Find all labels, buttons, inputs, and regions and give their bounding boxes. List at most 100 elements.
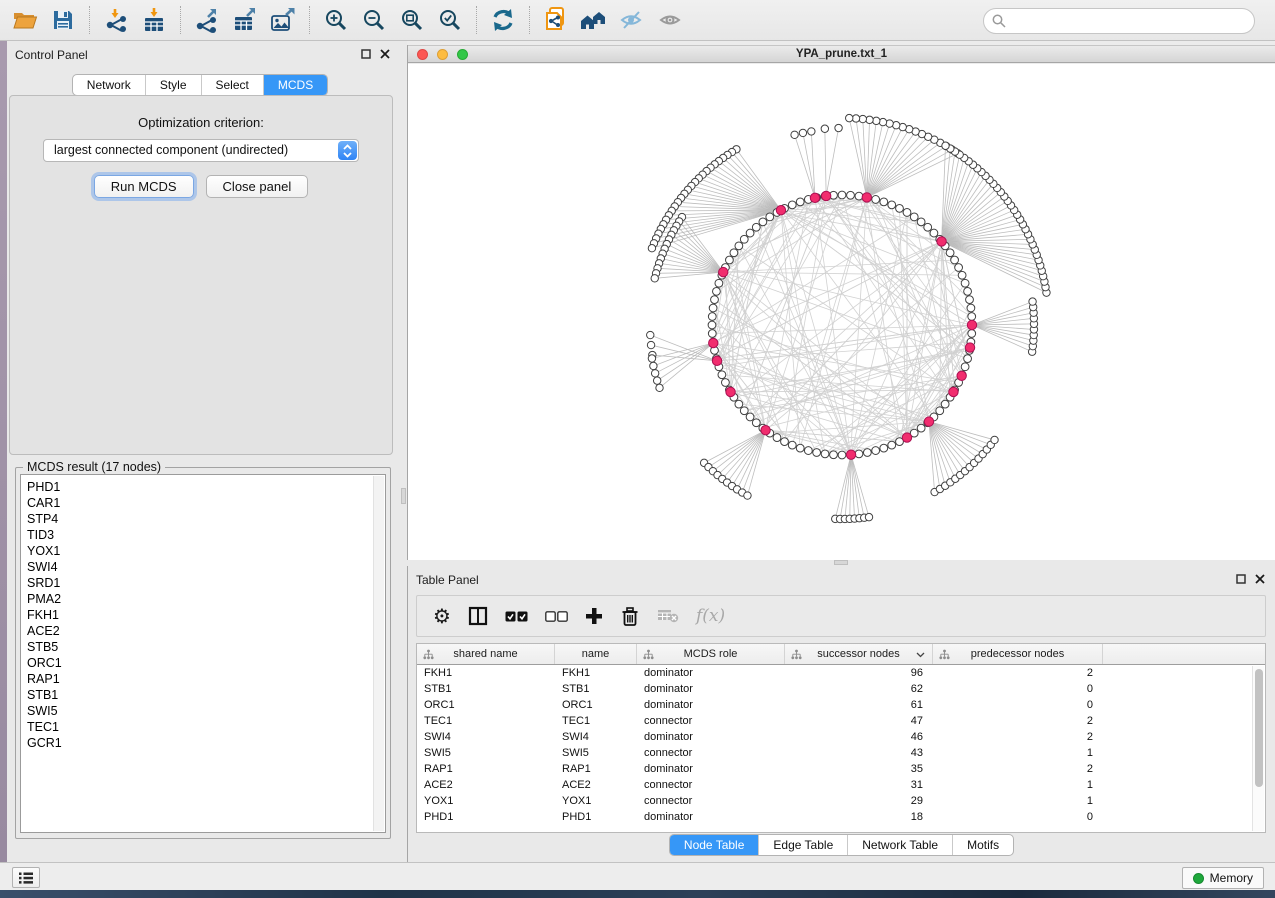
table-cell[interactable]: 0 [933,697,1103,713]
window-minimize-button[interactable] [437,49,448,60]
show-all-button[interactable] [651,4,689,36]
table-cell[interactable]: dominator [637,809,785,825]
table-cell[interactable]: 47 [785,713,933,729]
zoom-out-button[interactable] [355,4,393,36]
float-window-icon[interactable] [1236,574,1246,584]
window-zoom-button[interactable] [457,49,468,60]
close-panel-icon[interactable] [380,49,390,59]
table-cell[interactable]: dominator [637,729,785,745]
table-cell[interactable]: dominator [637,681,785,697]
mcds-result-item[interactable]: SWI5 [27,703,385,719]
table-cell[interactable]: ACE2 [417,777,555,793]
refresh-button[interactable] [484,4,522,36]
table-cell[interactable]: 0 [933,809,1103,825]
table-cell[interactable]: FKH1 [555,665,637,681]
table-cell[interactable]: 62 [785,681,933,697]
run-mcds-button[interactable]: Run MCDS [94,175,194,198]
show-panels-button[interactable] [12,867,40,888]
float-window-icon[interactable] [361,49,371,59]
table-row[interactable]: TEC1TEC1connector472 [417,713,1265,729]
network-canvas[interactable] [408,64,1275,560]
table-cell[interactable]: 46 [785,729,933,745]
table-scrollbar-thumb[interactable] [1255,669,1263,787]
table-row[interactable]: ORC1ORC1dominator610 [417,697,1265,713]
table-row[interactable]: PHD1PHD1dominator180 [417,809,1265,825]
import-table-button[interactable] [135,4,173,36]
tab-network-table[interactable]: Network Table [847,835,952,855]
tab-select[interactable]: Select [201,75,263,95]
network-graph[interactable] [408,64,1275,560]
mcds-result-item[interactable]: RAP1 [27,671,385,687]
deselect-all-button unchecked-boxes-icon[interactable] [545,611,568,622]
table-cell[interactable]: ORC1 [417,697,555,713]
mcds-result-item[interactable]: STB5 [27,639,385,655]
table-cell[interactable]: ACE2 [555,777,637,793]
table-row[interactable]: SWI5SWI5connector431 [417,745,1265,761]
table-cell[interactable]: dominator [637,665,785,681]
table-cell[interactable]: connector [637,745,785,761]
table-cell[interactable]: 2 [933,761,1103,777]
table-row[interactable]: FKH1FKH1dominator962 [417,665,1265,681]
column-header-shared-name[interactable]: shared name [417,644,555,664]
close-panel-button[interactable]: Close panel [206,175,309,198]
table-mode-button gear-icon[interactable]: ⚙ [433,606,451,626]
duplicate-network-button[interactable] [537,4,575,36]
export-image-button[interactable] [264,4,302,36]
table-cell[interactable]: SWI4 [555,729,637,745]
table-cell[interactable]: YOX1 [555,793,637,809]
table-scrollbar[interactable] [1252,666,1264,831]
table-cell[interactable]: PHD1 [417,809,555,825]
table-cell[interactable]: STB1 [555,681,637,697]
table-cell[interactable]: TEC1 [555,713,637,729]
mcds-result-item[interactable]: CAR1 [27,495,385,511]
mcds-result-item[interactable]: STP4 [27,511,385,527]
table-cell[interactable]: 61 [785,697,933,713]
zoom-fit-button[interactable] [393,4,431,36]
table-cell[interactable]: connector [637,793,785,809]
mcds-result-item[interactable]: STB1 [27,687,385,703]
table-cell[interactable]: 29 [785,793,933,809]
save-session-button[interactable] [44,4,82,36]
table-cell[interactable]: RAP1 [417,761,555,777]
delete-table-button table-delete-icon[interactable] [657,609,679,623]
table-cell[interactable]: TEC1 [417,713,555,729]
table-cell[interactable]: connector [637,713,785,729]
table-cell[interactable]: 1 [933,793,1103,809]
hide-selected-button[interactable] [613,4,651,36]
mcds-result-item[interactable]: FKH1 [27,607,385,623]
tab-mcds[interactable]: MCDS [263,75,327,95]
export-network-button[interactable] [188,4,226,36]
vertical-splitter[interactable] [400,41,407,862]
mcds-result-item[interactable]: SWI4 [27,559,385,575]
table-cell[interactable]: 43 [785,745,933,761]
table-cell[interactable]: dominator [637,761,785,777]
mcds-result-item[interactable]: PMA2 [27,591,385,607]
mcds-result-item[interactable]: ORC1 [27,655,385,671]
table-cell[interactable]: 2 [933,713,1103,729]
table-row[interactable]: YOX1YOX1connector291 [417,793,1265,809]
export-table-button[interactable] [226,4,264,36]
table-cell[interactable]: FKH1 [417,665,555,681]
tab-network[interactable]: Network [73,75,145,95]
table-cell[interactable]: SWI4 [417,729,555,745]
column-header-predecessor-nodes[interactable]: predecessor nodes [933,644,1103,664]
mcds-result-item[interactable]: SRD1 [27,575,385,591]
table-cell[interactable]: SWI5 [555,745,637,761]
table-cell[interactable]: SWI5 [417,745,555,761]
table-cell[interactable]: RAP1 [555,761,637,777]
create-column-button plus-icon[interactable] [585,607,603,625]
table-row[interactable]: RAP1RAP1dominator352 [417,761,1265,777]
vertical-splitter-grip[interactable] [401,488,406,504]
close-panel-icon[interactable] [1255,574,1265,584]
delete-columns-button trash-icon[interactable] [620,606,640,627]
search-input[interactable] [1011,11,1254,31]
tab-style[interactable]: Style [145,75,201,95]
table-cell[interactable]: 2 [933,665,1103,681]
table-cell[interactable]: STB1 [417,681,555,697]
column-header-successor-nodes[interactable]: successor nodes [785,644,933,664]
tab-edge-table[interactable]: Edge Table [758,835,847,855]
table-cell[interactable]: 0 [933,681,1103,697]
table-row[interactable]: ACE2ACE2connector311 [417,777,1265,793]
table-cell[interactable]: dominator [637,697,785,713]
memory-button[interactable]: Memory [1182,867,1264,889]
